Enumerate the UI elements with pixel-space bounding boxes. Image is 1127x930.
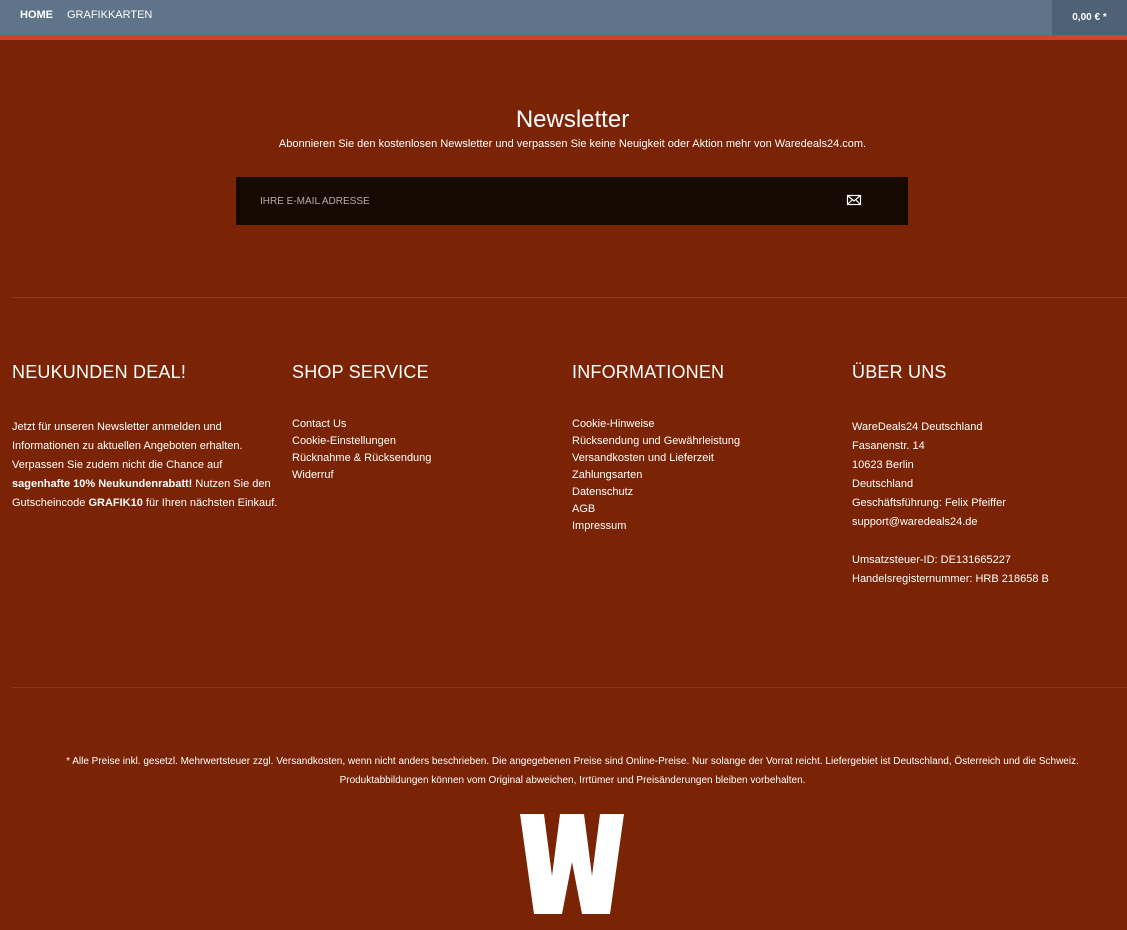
link-ruecksendung[interactable]: Rücksendung und Gewährleistung bbox=[572, 433, 740, 450]
link-widerruf[interactable]: Widerruf bbox=[292, 467, 431, 484]
about-street: Fasanenstr. 14 bbox=[852, 440, 925, 452]
newsletter-subtitle: Abonnieren Sie den kostenlosen Newslette… bbox=[278, 138, 867, 150]
link-cookie-einstellungen[interactable]: Cookie-Einstellungen bbox=[292, 433, 431, 450]
link-zahlungsarten[interactable]: Zahlungsarten bbox=[572, 467, 740, 484]
deal-code: GRAFIK10 bbox=[88, 497, 143, 509]
about-register-number: Handelsregisternummer: HRB 218658 B bbox=[852, 573, 1049, 585]
about-spacer bbox=[852, 532, 1122, 551]
disclaimer-line-1: * Alle Preise inkl. gesetzl. Mehrwertste… bbox=[66, 756, 1079, 767]
link-cookie-hinweise[interactable]: Cookie-Hinweise bbox=[572, 416, 740, 433]
deal-text-part3: für Ihren nächsten Einkauf. bbox=[142, 497, 278, 509]
about-country: Deutschland bbox=[852, 478, 914, 490]
service-links: Contact Us Cookie-Einstellungen Rücknahm… bbox=[292, 416, 431, 484]
top-navigation: HOME GRAFIKKARTEN 0,00 € * bbox=[0, 0, 1127, 40]
link-agb[interactable]: AGB bbox=[572, 501, 740, 518]
footer-column-deal: NEUKUNDEN DEAL! Jetzt für unseren Newsle… bbox=[12, 362, 282, 509]
disclaimer-line-2: Produktabbildungen können vom Original a… bbox=[339, 775, 806, 786]
cart-button[interactable]: 0,00 € * bbox=[1052, 0, 1127, 35]
about-city: 10623 Berlin bbox=[852, 459, 914, 471]
nav-accent-bar bbox=[0, 35, 1127, 40]
about-vat-id: Umsatzsteuer-ID: DE131665227 bbox=[852, 554, 1011, 566]
service-heading: SHOP SERVICE bbox=[292, 362, 429, 382]
newsletter-title: Newsletter bbox=[515, 106, 630, 133]
deal-text-part1: Jetzt für unseren Newsletter anmelden un… bbox=[12, 421, 243, 471]
link-versandkosten[interactable]: Versandkosten und Lieferzeit bbox=[572, 450, 740, 467]
about-company: WareDeals24 Deutschland bbox=[852, 421, 983, 433]
newsletter-email-input[interactable] bbox=[236, 177, 850, 225]
link-contact-us[interactable]: Contact Us bbox=[292, 416, 431, 433]
footer-column-info: INFORMATIONEN Cookie-Hinweise Rücksendun… bbox=[572, 362, 842, 532]
info-links: Cookie-Hinweise Rücksendung und Gewährle… bbox=[572, 416, 740, 535]
deal-text: Jetzt für unseren Newsletter anmelden un… bbox=[12, 418, 282, 513]
waredeals-logo[interactable] bbox=[520, 814, 624, 914]
deal-heading: NEUKUNDEN DEAL! bbox=[12, 362, 187, 382]
newsletter-submit-button[interactable] bbox=[846, 193, 864, 209]
deal-highlight: sagenhafte 10% Neukundenrabatt! bbox=[12, 478, 193, 490]
link-impressum[interactable]: Impressum bbox=[572, 518, 740, 535]
envelope-icon bbox=[846, 194, 862, 206]
divider bbox=[12, 687, 1127, 688]
about-text: WareDeals24 Deutschland Fasanenstr. 14 1… bbox=[852, 418, 1122, 589]
divider bbox=[12, 297, 1127, 298]
nav-home-link[interactable]: HOME bbox=[20, 9, 53, 21]
newsletter-form bbox=[236, 177, 908, 225]
link-datenschutz[interactable]: Datenschutz bbox=[572, 484, 740, 501]
info-heading: INFORMATIONEN bbox=[572, 362, 725, 382]
nav-grafikkarten-link[interactable]: GRAFIKKARTEN bbox=[67, 9, 152, 21]
footer-column-service: SHOP SERVICE Contact Us Cookie-Einstellu… bbox=[292, 362, 562, 481]
link-ruecknahme[interactable]: Rücknahme & Rücksendung bbox=[292, 450, 431, 467]
about-heading: ÜBER UNS bbox=[852, 362, 947, 382]
price-disclaimer: * Alle Preise inkl. gesetzl. Mehrwertste… bbox=[0, 752, 1127, 790]
cart-total: 0,00 € * bbox=[1072, 12, 1107, 23]
footer-column-about: ÜBER UNS WareDeals24 Deutschland Fasanen… bbox=[852, 362, 1122, 585]
about-email[interactable]: support@waredeals24.de bbox=[852, 513, 1122, 532]
about-ceo: Geschäftsführung: Felix Pfeiffer bbox=[852, 497, 1006, 509]
